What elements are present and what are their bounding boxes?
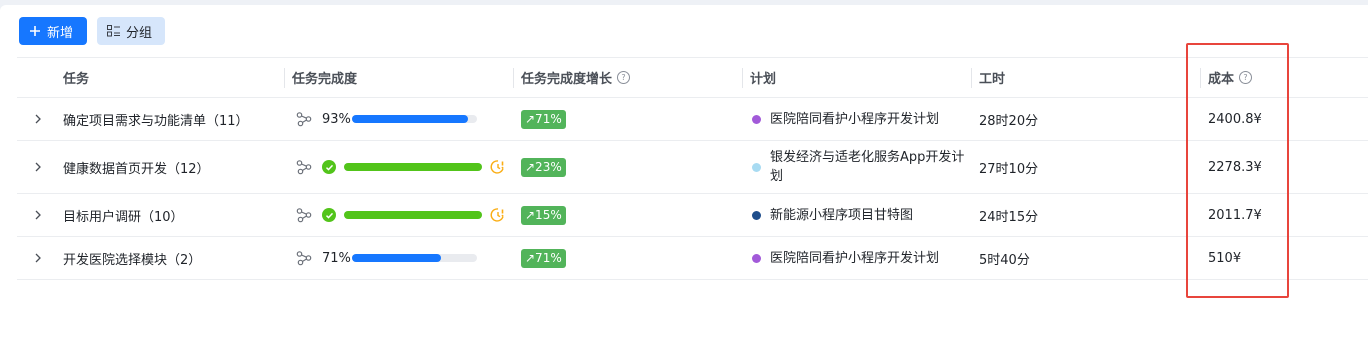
cost-value: 2400.8¥ bbox=[1208, 111, 1262, 127]
chevron-right-icon bbox=[35, 253, 41, 263]
progress-bar-fill bbox=[344, 211, 482, 219]
plan-name: 医院陪同看护小程序开发计划 bbox=[770, 250, 940, 266]
plus-icon bbox=[29, 25, 41, 37]
column-divider[interactable] bbox=[513, 68, 514, 88]
progress-bar-fill bbox=[352, 254, 441, 262]
progress-cell bbox=[292, 141, 512, 193]
time-value: 24时15分 bbox=[979, 209, 1039, 225]
chevron-right-icon bbox=[35, 162, 41, 172]
growth-badge: ↗71% bbox=[521, 248, 566, 268]
share-nodes-icon[interactable] bbox=[296, 159, 312, 175]
column-divider[interactable] bbox=[742, 68, 743, 88]
share-nodes-icon[interactable] bbox=[296, 207, 312, 223]
plan-name: 银发经济与适老化服务App开发计划 bbox=[770, 150, 965, 184]
group-list-icon bbox=[107, 25, 120, 37]
header-cost-label: 成本 bbox=[1208, 72, 1235, 87]
add-button[interactable]: 新增 bbox=[19, 17, 87, 45]
expand-row-button[interactable] bbox=[23, 194, 53, 236]
cost-value: 510¥ bbox=[1208, 250, 1242, 266]
progress-cell: 71% bbox=[292, 237, 512, 279]
help-icon[interactable]: ? bbox=[1239, 71, 1253, 84]
task-name[interactable]: 健康数据首页开发（12） bbox=[63, 141, 283, 193]
clock-warning-icon[interactable] bbox=[490, 207, 506, 223]
plan-color-dot bbox=[752, 114, 761, 124]
share-nodes-icon[interactable] bbox=[296, 250, 312, 266]
header-time[interactable]: 工时 bbox=[979, 58, 1199, 97]
time-value: 28时20分 bbox=[979, 113, 1039, 129]
header-progress[interactable]: 任务完成度 bbox=[292, 58, 512, 97]
plan-name: 新能源小程序项目甘特图 bbox=[770, 207, 914, 223]
time-value: 5时40分 bbox=[979, 252, 1030, 268]
expand-row-button[interactable] bbox=[23, 98, 53, 140]
progress-bar-fill bbox=[352, 115, 469, 123]
plan-cell[interactable]: 银发经济与适老化服务App开发计划 bbox=[750, 141, 970, 193]
time-value: 27时10分 bbox=[979, 161, 1039, 177]
table-header: 任务 任务完成度 任务完成度增长 ? 计划 工时 成本 ? bbox=[17, 57, 1368, 98]
progress-bar bbox=[344, 211, 482, 219]
growth-badge: ↗23% bbox=[521, 157, 566, 177]
growth-cell: ↗71% bbox=[521, 237, 741, 279]
header-plan[interactable]: 计划 bbox=[750, 58, 970, 97]
expand-row-button[interactable] bbox=[23, 141, 53, 193]
content-panel: 新增 分组 任务 任务完成度 任务完成度增长 ? 计划 工时 成本 ? 确定项目… bbox=[0, 5, 1368, 343]
expand-row-button[interactable] bbox=[23, 237, 53, 279]
plan-cell[interactable]: 医院陪同看护小程序开发计划 bbox=[750, 98, 970, 140]
plan-color-dot bbox=[752, 162, 761, 172]
progress-percent: 71% bbox=[322, 250, 351, 266]
growth-badge: ↗15% bbox=[521, 205, 566, 225]
check-circle-icon bbox=[322, 208, 336, 222]
plan-color-dot bbox=[752, 253, 761, 263]
progress-percent: 93% bbox=[322, 111, 351, 127]
progress-bar-fill bbox=[344, 163, 482, 171]
header-growth[interactable]: 任务完成度增长 ? bbox=[521, 58, 741, 97]
progress-cell bbox=[292, 194, 512, 236]
group-button[interactable]: 分组 bbox=[97, 17, 165, 45]
task-name[interactable]: 确定项目需求与功能清单（11） bbox=[63, 98, 283, 140]
header-cost[interactable]: 成本 ? bbox=[1208, 58, 1328, 97]
plan-cell[interactable]: 新能源小程序项目甘特图 bbox=[750, 194, 970, 236]
cost-value: 2278.3¥ bbox=[1208, 159, 1262, 175]
column-divider[interactable] bbox=[1200, 68, 1201, 88]
table-row[interactable]: 健康数据首页开发（12） ↗23% 银发经济与适老化服务App开发计划 27时1… bbox=[17, 141, 1368, 194]
task-name[interactable]: 目标用户调研（10） bbox=[63, 194, 283, 236]
task-table: 任务 任务完成度 任务完成度增长 ? 计划 工时 成本 ? 确定项目需求与功能清… bbox=[17, 57, 1368, 280]
table-row[interactable]: 开发医院选择模块（2） 71% ↗71% 医院陪同看护小程序开发计划 5时40分… bbox=[17, 237, 1368, 280]
header-growth-label: 任务完成度增长 bbox=[521, 72, 613, 87]
plan-color-dot bbox=[752, 210, 761, 220]
task-name[interactable]: 开发医院选择模块（2） bbox=[63, 237, 283, 279]
growth-cell: ↗15% bbox=[521, 194, 741, 236]
cost-value: 2011.7¥ bbox=[1208, 207, 1262, 223]
table-row[interactable]: 目标用户调研（10） ↗15% 新能源小程序项目甘特图 24时15分 2011.… bbox=[17, 194, 1368, 237]
column-divider[interactable] bbox=[971, 68, 972, 88]
help-icon[interactable]: ? bbox=[617, 71, 631, 84]
chevron-right-icon bbox=[35, 210, 41, 220]
header-task[interactable]: 任务 bbox=[63, 58, 283, 97]
add-button-label: 新增 bbox=[47, 25, 74, 41]
clock-warning-icon[interactable] bbox=[490, 159, 506, 175]
check-circle-icon bbox=[322, 160, 336, 174]
progress-bar bbox=[352, 115, 477, 123]
column-divider[interactable] bbox=[284, 68, 285, 88]
progress-bar bbox=[352, 254, 477, 262]
table-row[interactable]: 确定项目需求与功能清单（11） 93% ↗71% 医院陪同看护小程序开发计划 2… bbox=[17, 98, 1368, 141]
growth-cell: ↗71% bbox=[521, 98, 741, 140]
progress-bar bbox=[344, 163, 482, 171]
growth-cell: ↗23% bbox=[521, 141, 741, 193]
plan-name: 医院陪同看护小程序开发计划 bbox=[770, 111, 940, 127]
toolbar: 新增 分组 bbox=[19, 17, 165, 45]
chevron-right-icon bbox=[35, 114, 41, 124]
growth-badge: ↗71% bbox=[521, 109, 566, 129]
share-nodes-icon[interactable] bbox=[296, 111, 312, 127]
group-button-label: 分组 bbox=[126, 25, 153, 41]
plan-cell[interactable]: 医院陪同看护小程序开发计划 bbox=[750, 237, 970, 279]
progress-cell: 93% bbox=[292, 98, 512, 140]
